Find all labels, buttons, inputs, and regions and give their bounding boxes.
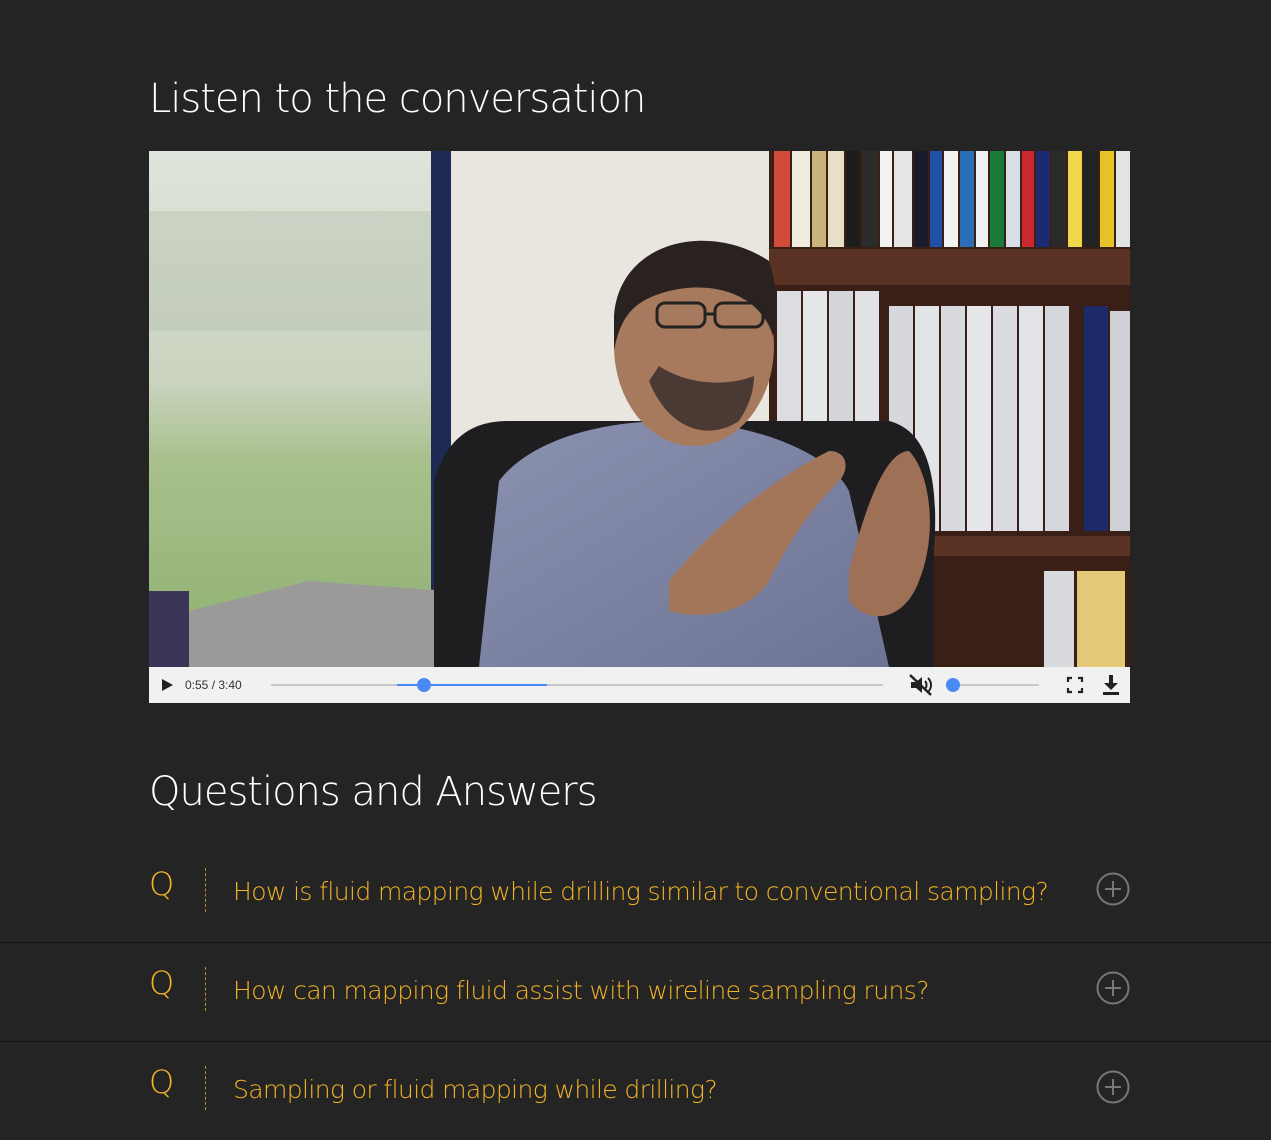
question-prefix: Q (149, 865, 175, 903)
question-prefix: Q (149, 964, 175, 1002)
download-icon[interactable] (1101, 674, 1121, 696)
qa-section-title: Questions and Answers (149, 769, 598, 815)
faq-item[interactable]: Q How can mapping fluid assist with wire… (0, 942, 1271, 1042)
question-divider (205, 1066, 206, 1110)
plus-circle-icon[interactable] (1096, 1070, 1130, 1104)
volume-handle[interactable] (946, 678, 960, 692)
play-icon[interactable] (159, 677, 175, 693)
seek-bar[interactable] (271, 678, 883, 692)
question-divider (205, 967, 206, 1011)
question-text[interactable]: How can mapping fluid assist with wireli… (233, 976, 929, 1005)
plus-circle-icon[interactable] (1096, 872, 1130, 906)
question-text[interactable]: How is fluid mapping while drilling simi… (233, 877, 1049, 906)
video-controls: 0:55 / 3:40 (149, 667, 1130, 703)
time-display: 0:55 / 3:40 (185, 678, 242, 692)
video-frame[interactable] (149, 151, 1130, 667)
question-text[interactable]: Sampling or fluid mapping while drilling… (233, 1075, 718, 1104)
volume-slider[interactable] (946, 678, 1039, 692)
faq-item[interactable]: Q How is fluid mapping while drilling si… (0, 843, 1271, 943)
fullscreen-icon[interactable] (1066, 676, 1084, 694)
video-player[interactable]: 0:55 / 3:40 (149, 151, 1130, 703)
faq-item[interactable]: Q Sampling or fluid mapping while drilli… (0, 1041, 1271, 1140)
video-section-title: Listen to the conversation (149, 76, 646, 122)
mute-icon[interactable] (909, 674, 933, 696)
plus-circle-icon[interactable] (1096, 971, 1130, 1005)
question-prefix: Q (149, 1063, 175, 1101)
question-divider (205, 868, 206, 912)
seek-handle[interactable] (417, 678, 431, 692)
video-thumbnail (149, 151, 1130, 667)
